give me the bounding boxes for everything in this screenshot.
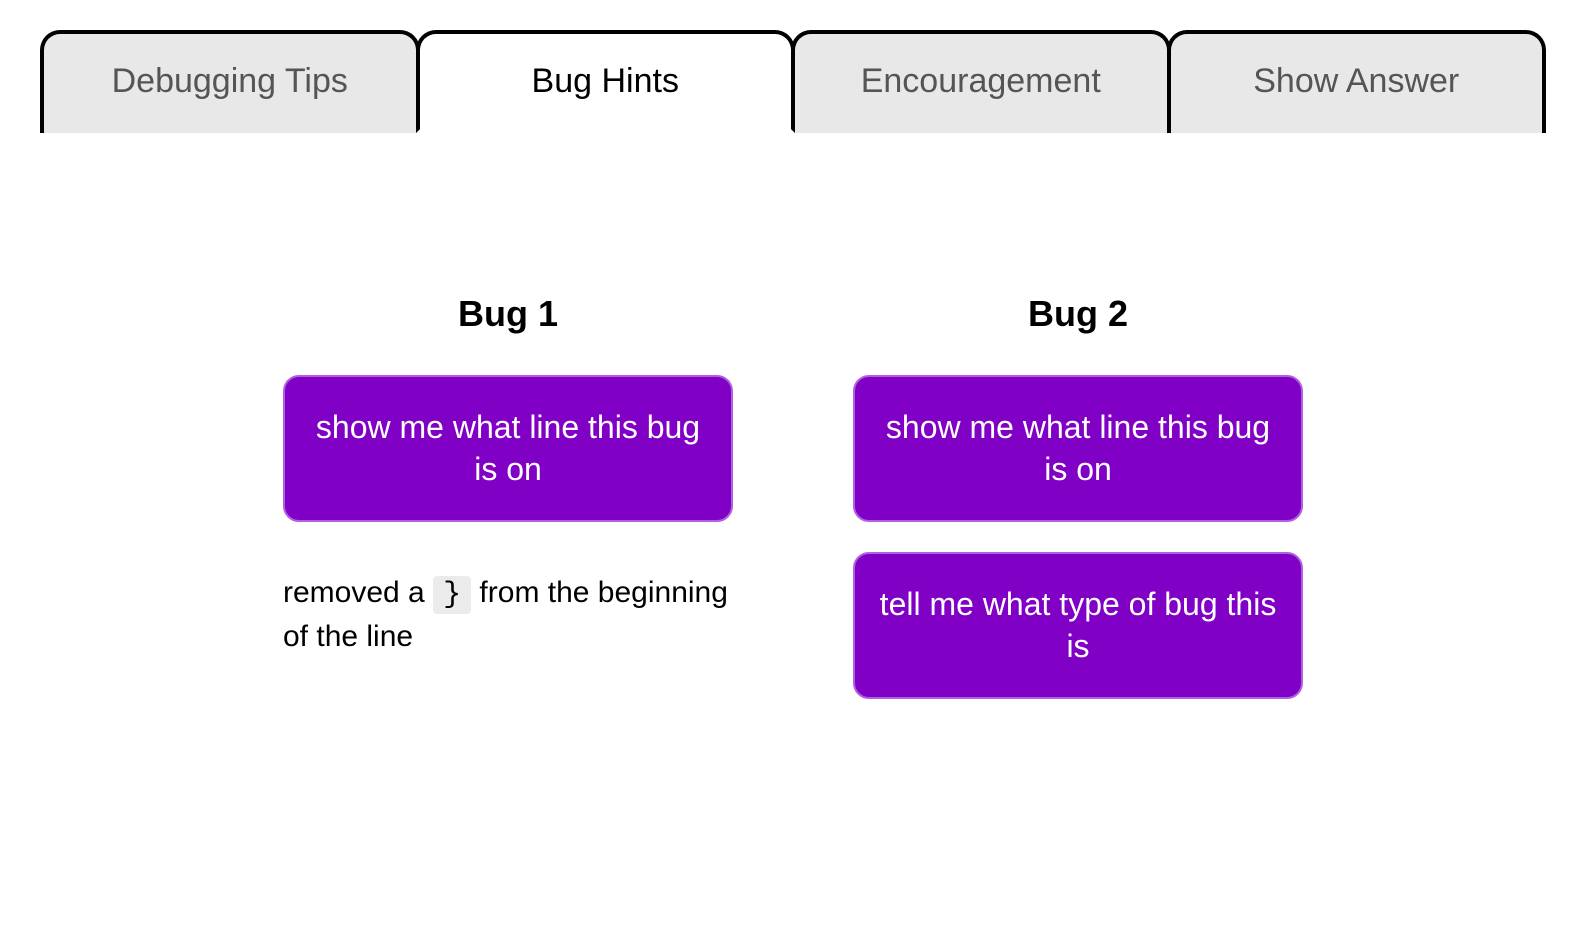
bug-1-hint-text: removed a } from the beginning of the li… xyxy=(283,572,733,658)
tab-bug-hints[interactable]: Bug Hints xyxy=(416,30,796,133)
bug-2-column: Bug 2 show me what line this bug is on t… xyxy=(853,293,1303,729)
tab-encouragement[interactable]: Encouragement xyxy=(791,30,1171,133)
bug-1-title: Bug 1 xyxy=(458,293,558,335)
bug-2-title: Bug 2 xyxy=(1028,293,1128,335)
hint-code-token: } xyxy=(433,576,471,614)
tabs-container: Debugging Tips Bug Hints Encouragement S… xyxy=(40,30,1546,133)
tab-content: Bug 1 show me what line this bug is on r… xyxy=(40,133,1546,729)
tab-debugging-tips[interactable]: Debugging Tips xyxy=(40,30,420,133)
tab-show-answer[interactable]: Show Answer xyxy=(1167,30,1547,133)
bug-2-show-line-button[interactable]: show me what line this bug is on xyxy=(853,375,1303,522)
bug-2-tell-type-button[interactable]: tell me what type of bug this is xyxy=(853,552,1303,699)
bug-1-column: Bug 1 show me what line this bug is on r… xyxy=(283,293,733,729)
hint-text-prefix: removed a xyxy=(283,576,433,609)
bug-1-show-line-button[interactable]: show me what line this bug is on xyxy=(283,375,733,522)
